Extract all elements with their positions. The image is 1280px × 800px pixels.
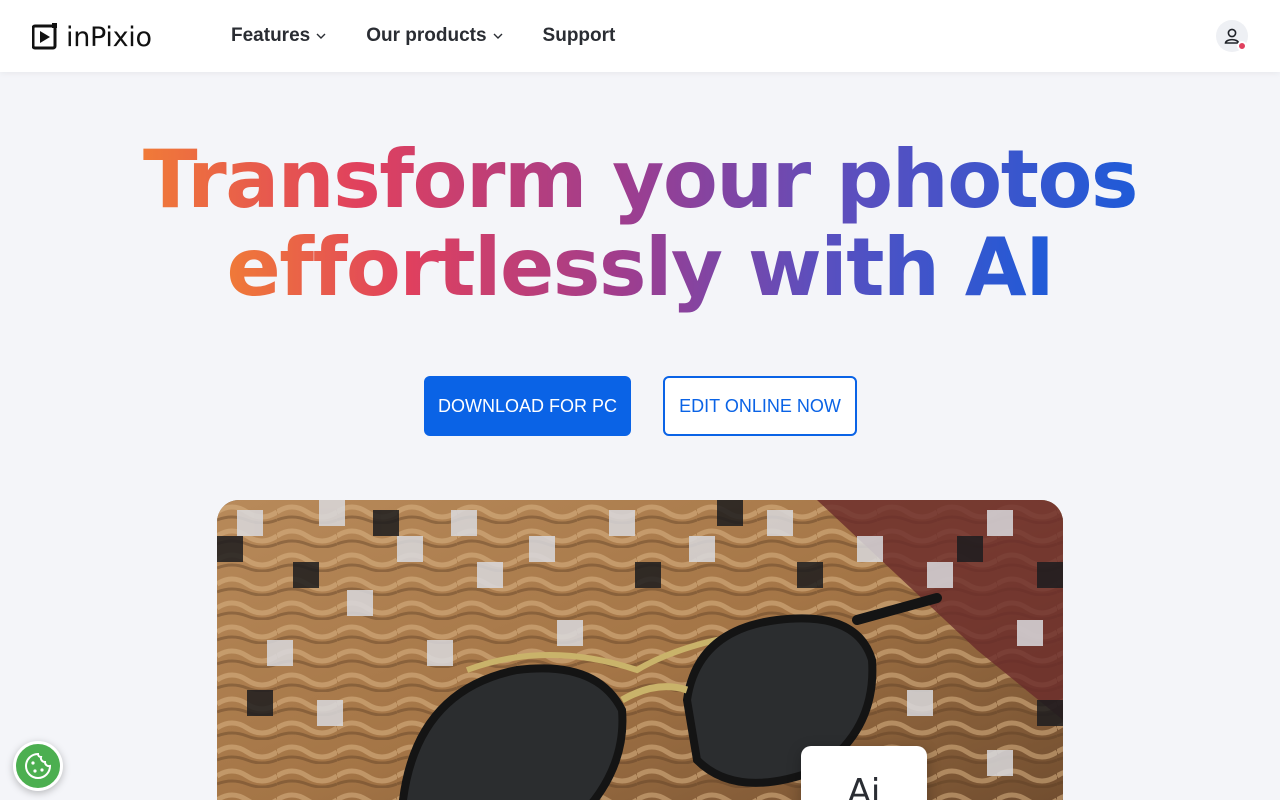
nav-features[interactable]: Features xyxy=(231,25,326,47)
sunglasses-on-sand-image xyxy=(217,500,1063,800)
hero-title: Transform your photos effortlessly with … xyxy=(0,136,1280,312)
chevron-down-icon xyxy=(316,33,326,39)
main-nav: Features Our products Support xyxy=(231,0,655,72)
logo-play-icon xyxy=(32,23,57,50)
cookie-icon xyxy=(25,752,52,779)
edit-online-now-button[interactable]: EDIT ONLINE NOW xyxy=(663,376,857,436)
nav-support[interactable]: Support xyxy=(543,25,616,47)
hero-showcase-image xyxy=(217,500,1063,800)
nav-features-label: Features xyxy=(231,25,311,46)
nav-our-products[interactable]: Our products xyxy=(366,25,503,47)
logo-text: inPixio xyxy=(66,21,152,53)
notification-dot xyxy=(1237,41,1247,51)
logo[interactable]: inPixio xyxy=(32,21,152,53)
site-header: inPixio Features Our products Support xyxy=(0,0,1280,72)
download-for-pc-button[interactable]: DOWNLOAD FOR PC xyxy=(424,376,631,436)
nav-our-products-label: Our products xyxy=(366,25,487,46)
cookie-settings-button[interactable] xyxy=(13,741,63,791)
ai-badge: Ai xyxy=(801,746,927,800)
chevron-down-icon xyxy=(493,33,503,39)
account-button[interactable] xyxy=(1216,20,1248,52)
hero-title-line-1: Transform your photos xyxy=(142,133,1139,226)
hero-title-line-2: effortlessly with AI xyxy=(226,221,1055,314)
nav-support-label: Support xyxy=(542,25,616,46)
